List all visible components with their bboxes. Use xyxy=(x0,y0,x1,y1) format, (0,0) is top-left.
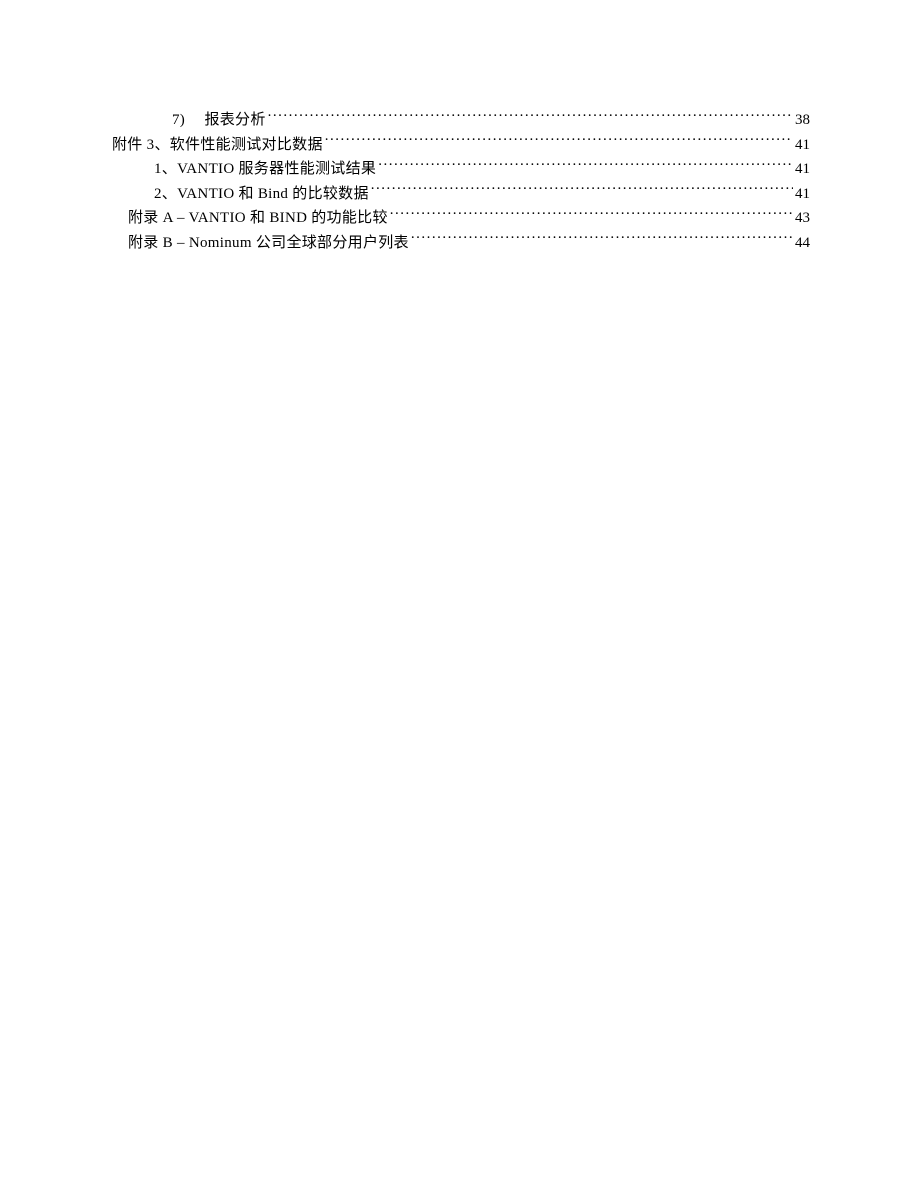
toc-leader-dots xyxy=(371,183,793,198)
toc-text: 附录 B – Nominum 公司全球部分用户列表 xyxy=(128,231,409,256)
toc-entry: 附件 3、软件性能测试对比数据 41 xyxy=(112,133,810,158)
toc-entry: 2、VANTIO 和 Bind 的比较数据 41 xyxy=(112,182,810,207)
toc-page-number: 41 xyxy=(795,182,810,207)
toc-entry: 附录 A – VANTIO 和 BIND 的功能比较 43 xyxy=(112,206,810,231)
toc-page-number: 44 xyxy=(795,231,810,256)
toc-text: 1、VANTIO 服务器性能测试结果 xyxy=(154,157,376,182)
toc-text: 7) 报表分析 xyxy=(172,108,266,133)
toc-leader-dots xyxy=(390,207,793,222)
toc-entry: 附录 B – Nominum 公司全球部分用户列表 44 xyxy=(112,231,810,256)
toc-text: 附录 A – VANTIO 和 BIND 的功能比较 xyxy=(128,206,388,231)
toc-leader-dots xyxy=(378,158,793,173)
toc-page-number: 41 xyxy=(795,133,810,158)
toc-page-number: 41 xyxy=(795,157,810,182)
toc-page-number: 38 xyxy=(795,108,810,133)
toc-page-number: 43 xyxy=(795,206,810,231)
toc-container: 7) 报表分析 38 附件 3、软件性能测试对比数据 41 1、VANTIO 服… xyxy=(112,108,810,255)
toc-leader-dots xyxy=(411,232,793,247)
toc-leader-dots xyxy=(325,134,793,149)
toc-text: 2、VANTIO 和 Bind 的比较数据 xyxy=(154,182,369,207)
toc-leader-dots xyxy=(268,109,793,124)
toc-entry: 1、VANTIO 服务器性能测试结果 41 xyxy=(112,157,810,182)
toc-entry: 7) 报表分析 38 xyxy=(112,108,810,133)
toc-text: 附件 3、软件性能测试对比数据 xyxy=(112,133,323,158)
